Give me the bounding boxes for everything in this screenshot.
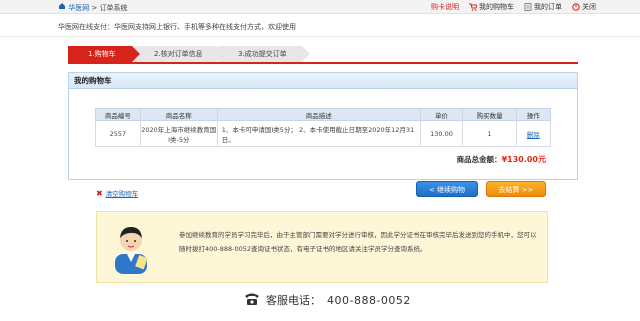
close-link[interactable]: 关闭 — [572, 2, 596, 12]
cell-op: 删除 — [515, 120, 552, 147]
cart-panel-title: 我的购物车 — [69, 73, 577, 89]
col-qty: 购买数量 — [462, 108, 517, 121]
phone-label: 客服电话： — [266, 294, 321, 307]
col-price: 单价 — [419, 108, 464, 121]
phone-icon — [244, 292, 260, 308]
step-underline — [68, 62, 578, 64]
step-cart: 1.购物车 — [68, 46, 140, 62]
col-name: 商品名称 — [139, 108, 218, 121]
home-icon — [58, 2, 66, 10]
close-icon — [572, 3, 580, 11]
cart-icon — [469, 3, 478, 11]
phone-number: 400-888-0052 — [327, 293, 411, 307]
continue-shopping-button[interactable]: < 继续购物 — [416, 181, 478, 197]
payment-notice: 华医网在线支付：华医网支持网上银行、手机等多种在线支付方式，欢迎使用 — [58, 23, 296, 31]
cart-table: 商品编号 商品名称 商品描述 单价 购买数量 操作 2557 2020年上海市继… — [95, 108, 552, 147]
my-cart-link[interactable]: 我的购物车 — [469, 2, 514, 12]
checkout-button[interactable]: 去结算 >> — [486, 181, 546, 197]
info-text: 参加继续教育的学员学习完毕后，由于主管部门需要对学分进行审核，因此学分证书在审核… — [179, 231, 537, 253]
total-amount: 商品总金额：¥130.00元 — [457, 154, 546, 165]
service-phone: 客服电话： 400-888-0052 — [244, 292, 411, 308]
step-submit: 3.成功提交订单 — [218, 46, 310, 62]
service-avatar-icon — [107, 218, 155, 276]
col-id: 商品编号 — [95, 108, 141, 121]
order-steps: 1.购物车 2.核对订单信息 3.成功提交订单 — [68, 46, 310, 62]
cell-price: 130.00 — [419, 120, 464, 147]
top-links: 购卡说明 我的购物车 我的订单 关闭 — [431, 2, 596, 12]
table-row: 2557 2020年上海市继续教育国I类-5分 1、本卡可申请国I类5分； 2、… — [95, 120, 552, 147]
cart-table-header: 商品编号 商品名称 商品描述 单价 购买数量 操作 — [95, 108, 552, 121]
cell-id: 2557 — [95, 120, 141, 147]
order-icon — [524, 3, 532, 11]
top-bar: 华医网 > 订单系统 购卡说明 我的购物车 我的订单 关闭 — [0, 0, 640, 14]
clear-cart[interactable]: ✖ 清空购物车 — [96, 188, 139, 199]
total-label: 商品总金额： — [456, 155, 502, 164]
breadcrumb-separator: > — [89, 4, 100, 12]
clear-x-icon: ✖ — [96, 188, 103, 198]
clear-cart-link[interactable]: 清空购物车 — [106, 188, 139, 198]
col-desc: 商品描述 — [216, 108, 421, 121]
breadcrumb-home[interactable]: 华医网 — [68, 4, 89, 12]
cell-desc: 1、本卡可申请国I类5分； 2、本卡使用截止日期至2020年12月31日。 — [216, 120, 421, 147]
breadcrumb-current: 订单系统 — [99, 4, 128, 12]
delete-link[interactable]: 删除 — [527, 131, 540, 139]
my-orders-link[interactable]: 我的订单 — [524, 2, 562, 12]
card-info-link[interactable]: 购卡说明 — [431, 2, 459, 12]
total-value: ¥130.00元 — [501, 155, 546, 164]
step-verify: 2.核对订单信息 — [134, 46, 224, 62]
cell-qty: 1 — [462, 120, 517, 147]
info-box: 参加继续教育的学员学习完毕后，由于主管部门需要对学分进行审核，因此学分证书在审核… — [96, 211, 548, 283]
cell-name: 2020年上海市继续教育国I类-5分 — [139, 120, 218, 147]
breadcrumb: 华医网 > 订单系统 — [58, 2, 128, 13]
divider — [0, 36, 640, 37]
col-op: 操作 — [515, 108, 552, 121]
